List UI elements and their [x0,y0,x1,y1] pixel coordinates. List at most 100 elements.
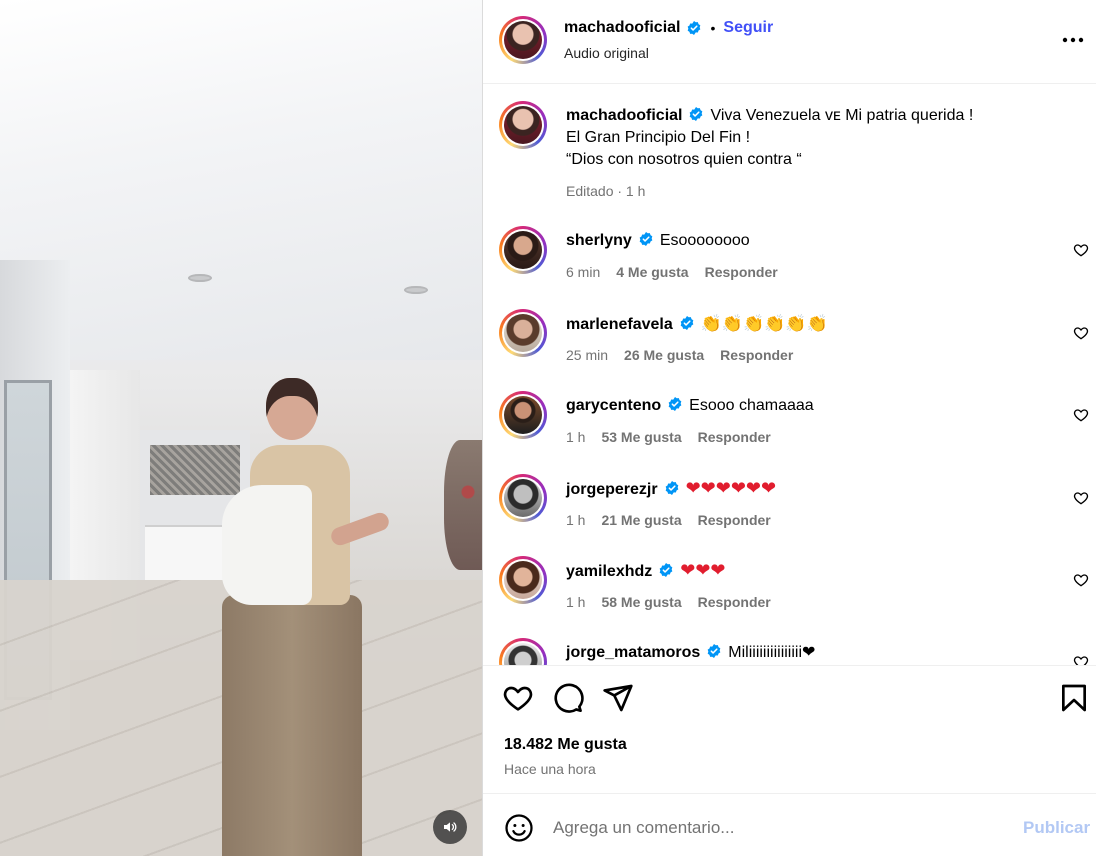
avatar[interactable] [499,391,547,439]
heart-icon[interactable] [1073,325,1089,341]
comment-time[interactable]: 1 h [566,429,585,445]
bookmark-icon[interactable] [1058,682,1090,714]
speaker-icon [444,822,457,832]
comment-username[interactable]: marlenefavela [566,316,673,333]
avatar[interactable] [499,16,547,64]
caption-line: Viva Venezuela ᴠᴇ Mi patria querida ! [710,107,974,124]
verified-badge-icon [707,644,721,658]
comment-text: marlenefavela 👏👏👏👏👏👏 [566,313,1046,336]
caption-line: El Gran Principio Del Fin ! [566,129,751,146]
comment-likes[interactable]: 26 Me gusta [624,347,704,363]
comment-body: 👏👏👏👏👏👏 [700,314,828,334]
comment-likes[interactable]: 58 Me gusta [601,594,681,610]
like-heart-icon[interactable] [502,682,534,714]
verified-badge-icon [665,481,678,495]
comment-meta: 1 h 21 Me gusta Responder [566,512,771,528]
reply-button[interactable]: Responder [705,264,778,280]
heart-icon[interactable] [1073,490,1089,506]
verified-badge-icon [639,232,653,246]
caption-text: machadooficial Viva Venezuela ᴠᴇ Mi patri… [566,105,1046,171]
comment-likes[interactable]: 53 Me gusta [601,429,681,445]
comment-likes[interactable]: 4 Me gusta [616,264,688,280]
publish-button[interactable]: Publicar [1023,818,1090,838]
video-frame-ceiling [0,0,482,360]
avatar[interactable] [499,556,547,604]
comment-text: sherlyny Esoooooooo [566,230,1046,252]
video-person [222,485,312,605]
reply-button[interactable]: Responder [698,429,771,445]
more-horizontal-icon [1062,37,1084,43]
comment-time[interactable]: 1 h [566,594,585,610]
caption-username[interactable]: machadooficial [566,107,682,124]
avatar[interactable] [499,474,547,522]
comment-icon[interactable] [552,682,584,714]
header-name-row: machadooficial • Seguir [564,19,773,37]
emoji-icon[interactable] [504,813,534,843]
comment-meta: 1 h 58 Me gusta Responder [566,594,771,610]
comment-time[interactable]: 1 h [566,512,585,528]
comment-username[interactable]: yamilexhdz [566,563,652,580]
comment-body: Esoooooooo [659,232,750,249]
heart-icon[interactable] [1073,407,1089,423]
comment-time[interactable]: 6 min [566,264,600,280]
comments-list[interactable]: machadooficial Viva Venezuela ᴠᴇ Mi patri… [483,85,1096,665]
verified-badge-icon [659,563,673,577]
post-actions: 18.482 Me gusta Hace una hora [483,665,1096,793]
follow-button[interactable]: Seguir [723,19,773,37]
heart-icon[interactable] [1073,654,1089,665]
heart-icon[interactable] [1073,572,1089,588]
avatar[interactable] [499,226,547,274]
video-frame-christmas-tree [444,440,482,570]
comment-meta: 1 h 53 Me gusta Responder [566,429,771,445]
audio-label[interactable]: Audio original [564,45,649,61]
reply-button[interactable]: Responder [698,512,771,528]
post-timestamp: Hace una hora [504,761,596,777]
comment-username[interactable]: jorge_matamoros [566,644,700,661]
video-frame-backsplash [150,445,240,495]
comment-body: Miliiiiiiiiiiiiiii❤ [728,644,816,661]
post-header: machadooficial • Seguir Audio original [483,0,1096,84]
comment-input[interactable]: Agrega un comentario... [553,818,734,838]
reply-button[interactable]: Responder [720,347,793,363]
comment-body: ❤❤❤❤❤❤ [685,478,777,499]
comment-meta: 6 min 4 Me gusta Responder [566,264,778,280]
comment-body: ❤❤❤ [680,560,726,581]
comment-meta: 25 min 26 Me gusta Responder [566,347,793,363]
comment-text: jorgeperezjr ❤❤❤❤❤❤ [566,478,1046,501]
caption-line: “Dios con nosotros quien contra “ [566,151,802,168]
ceiling-light [188,274,212,282]
avatar[interactable] [499,101,547,149]
caption-edited-time: Editado · 1 h [566,183,646,199]
comment-text: garycenteno Esooo chamaaaa [566,395,1046,417]
verified-badge-icon [688,21,701,35]
share-icon[interactable] [602,682,634,714]
comment-username[interactable]: sherlyny [566,232,632,249]
comment-username[interactable]: jorgeperezjr [566,481,658,498]
verified-badge-icon [690,107,703,121]
comment-composer: Agrega un comentario... Publicar [483,793,1096,856]
mute-button[interactable] [433,810,467,844]
avatar[interactable] [499,309,547,357]
like-count[interactable]: 18.482 Me gusta [504,736,627,754]
comment-likes[interactable]: 21 Me gusta [601,512,681,528]
post-details-panel: machadooficial • Seguir Audio original m… [482,0,1096,856]
author-username[interactable]: machadooficial [564,19,680,37]
avatar[interactable] [499,638,547,665]
post-viewer: machadooficial • Seguir Audio original m… [0,0,1096,856]
more-options-button[interactable] [1057,28,1089,52]
verified-badge-icon [668,397,682,411]
comment-time[interactable]: 25 min [566,347,608,363]
video-person [266,378,318,440]
caption-meta: Editado · 1 h [566,183,645,199]
separator-dot: • [710,20,716,36]
comment-username[interactable]: garycenteno [566,397,661,414]
comment-text: yamilexhdz ❤❤❤ [566,560,1046,583]
heart-icon[interactable] [1073,242,1089,258]
comment-body: Esooo chamaaaa [689,397,814,414]
verified-badge-icon [680,316,694,330]
comment-text: jorge_matamoros Miliiiiiiiiiiiiiii❤ [566,642,1046,664]
video-person [222,595,362,856]
ceiling-light [404,286,428,294]
reply-button[interactable]: Responder [698,594,771,610]
post-video[interactable] [0,0,482,856]
